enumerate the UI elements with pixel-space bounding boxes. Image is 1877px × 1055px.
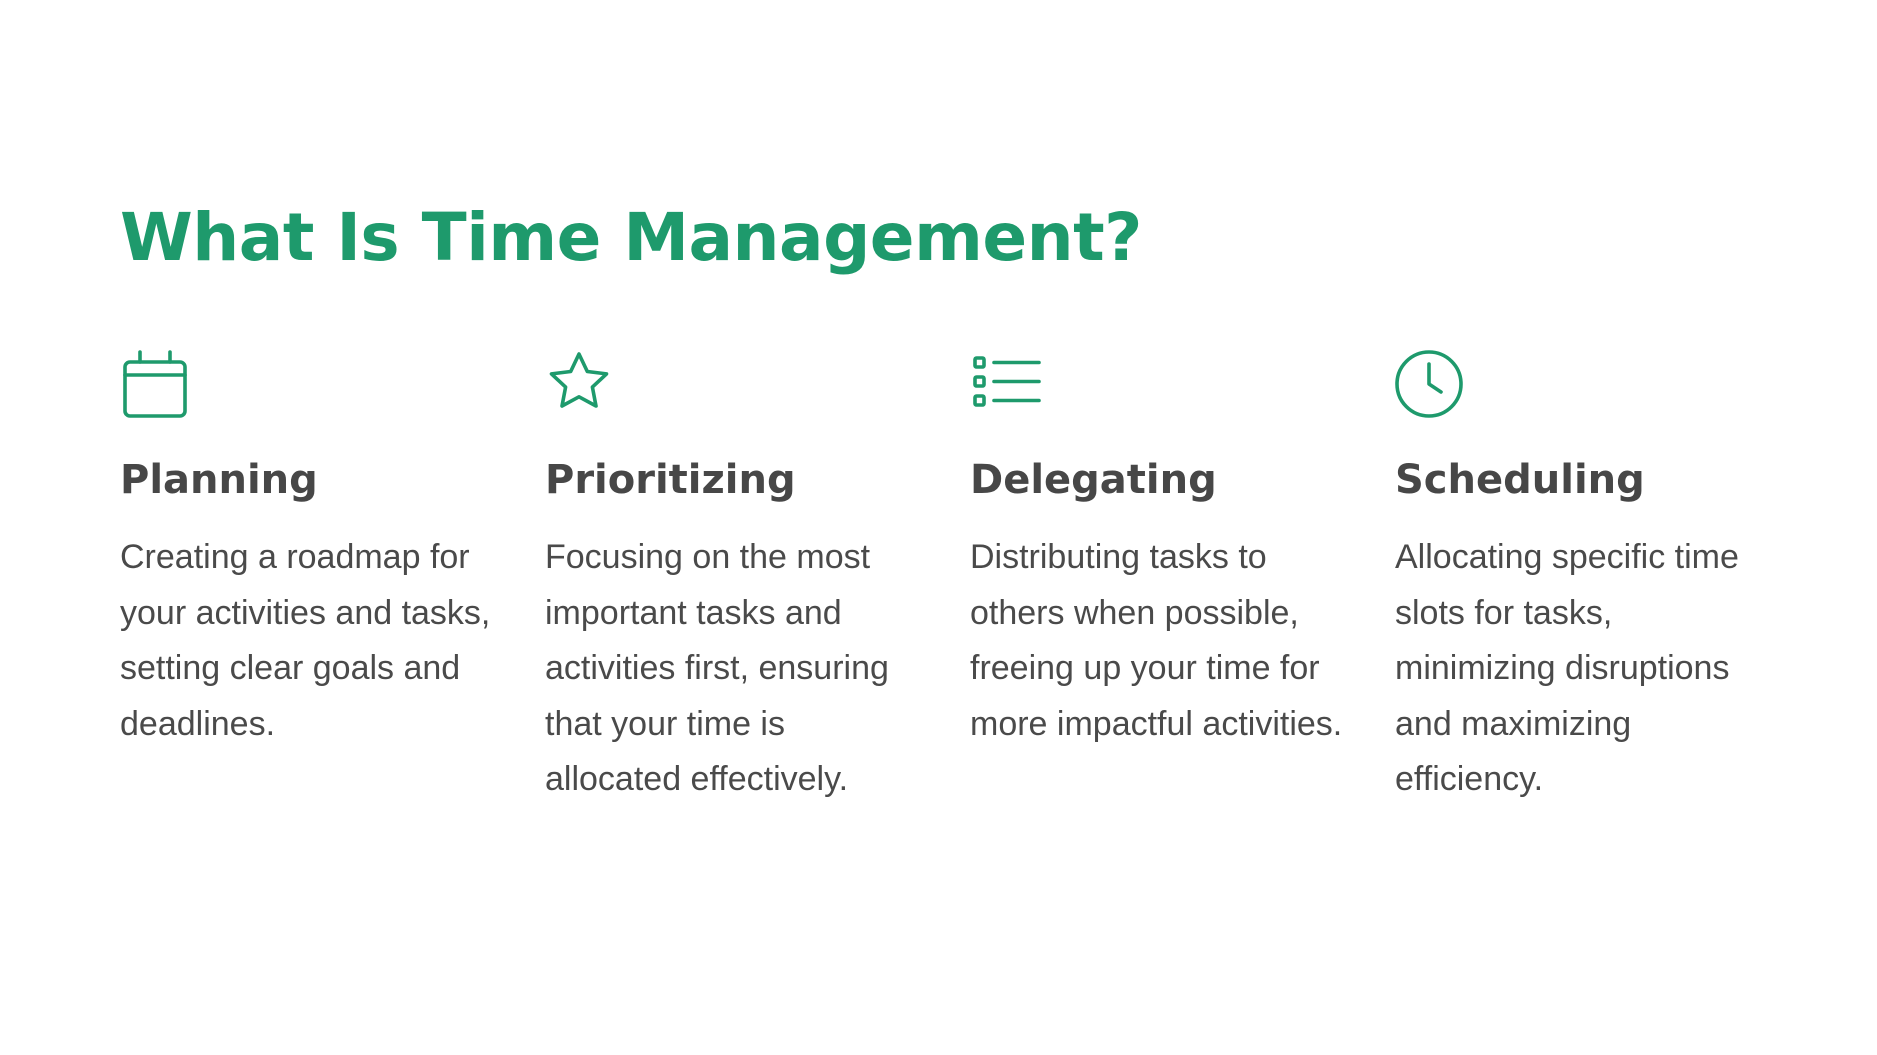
clock-icon <box>1395 348 1467 420</box>
concept-title: Delegating <box>970 457 1217 503</box>
list-icon <box>970 348 1042 420</box>
concepts-grid: Planning Creating a roadmap for your act… <box>120 348 1820 908</box>
concept-description: Creating a roadmap for your activities a… <box>120 538 491 743</box>
calendar-icon <box>120 348 192 420</box>
concept-prioritizing: Prioritizing Focusing on the most import… <box>545 348 935 798</box>
concept-scheduling: Scheduling Allocating specific time slot… <box>1395 348 1785 798</box>
concept-title: Planning <box>120 457 318 503</box>
concept-delegating: Delegating Distributing tasks to others … <box>970 348 1360 743</box>
page-title: What Is Time Management? <box>120 199 1142 276</box>
concept-title: Scheduling <box>1395 457 1645 503</box>
slide: What Is Time Management? Planning Creati… <box>0 0 1877 1055</box>
concept-description: Focusing on the most important tasks and… <box>545 538 889 798</box>
concept-description: Distributing tasks to others when possib… <box>970 538 1343 743</box>
concept-title: Prioritizing <box>545 457 796 503</box>
star-icon <box>545 348 617 420</box>
concept-description: Allocating specific time slots for tasks… <box>1395 538 1739 798</box>
concept-planning: Planning Creating a roadmap for your act… <box>120 348 510 743</box>
